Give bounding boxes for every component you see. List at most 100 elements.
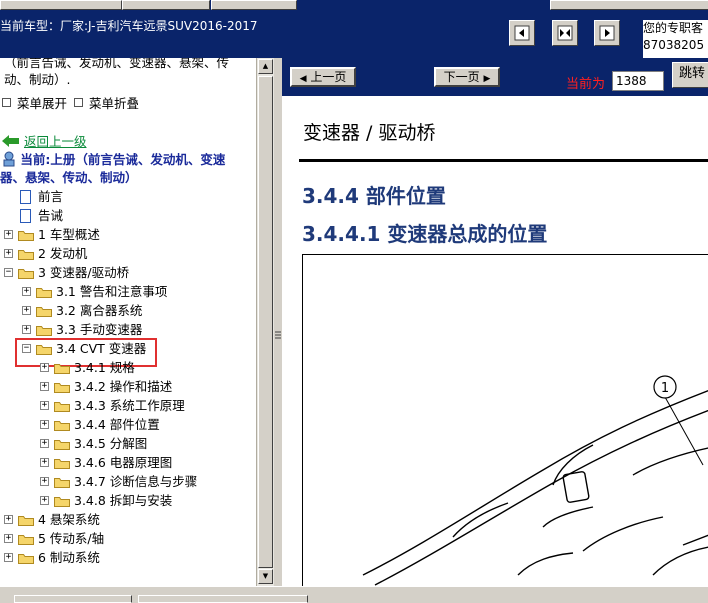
- expand-toggle-icon[interactable]: +: [40, 420, 49, 429]
- jump-button[interactable]: 跳转: [672, 62, 708, 88]
- folder-icon: [18, 231, 34, 241]
- expand-toggle-icon[interactable]: +: [40, 382, 49, 391]
- book-user-icon: [3, 151, 15, 167]
- collapse-square-icon: [74, 98, 83, 107]
- scroll-thumb[interactable]: [258, 76, 273, 568]
- prev-page-label: 上一页: [310, 70, 347, 84]
- tree-item-label: 3.1 警告和注意事项: [56, 284, 168, 299]
- tree-item-label: 3.4.2 操作和描述: [74, 379, 173, 394]
- section-heading: 3.4.4 部件位置: [302, 184, 446, 208]
- folder-icon: [18, 516, 34, 526]
- folder-icon: [54, 402, 70, 412]
- top-menu-button-3[interactable]: [211, 0, 297, 10]
- folder-icon: [18, 250, 34, 260]
- catalog-tree-panel: （前言告诫、发动机、变速器、悬架、传 动、制动）. 菜单展开 菜单折叠 返回上一…: [0, 58, 274, 586]
- expand-toggle-icon[interactable]: +: [40, 401, 49, 410]
- folder-icon: [54, 364, 70, 374]
- last-page-icon: [599, 25, 615, 41]
- tree-item-label: 告诫: [38, 208, 64, 223]
- first-page-button[interactable]: [509, 20, 535, 46]
- last-page-button[interactable]: [594, 20, 620, 46]
- expand-toggle-icon[interactable]: +: [4, 249, 13, 258]
- callout-number: 1: [661, 381, 669, 396]
- expand-toggle-icon[interactable]: +: [40, 439, 49, 448]
- service-phone: 87038205: [643, 38, 705, 52]
- expand-toggle-icon[interactable]: +: [4, 534, 13, 543]
- collapse-toggle-icon[interactable]: −: [4, 268, 13, 277]
- folder-icon: [54, 421, 70, 431]
- expand-menu-label: 菜单展开: [17, 96, 68, 111]
- scroll-up-button[interactable]: ▲: [258, 59, 273, 74]
- expand-menu-button[interactable]: 菜单展开: [2, 95, 67, 113]
- folder-open-icon: [18, 269, 34, 279]
- scroll-down-button[interactable]: ▼: [258, 569, 273, 584]
- document-title: 变速器 / 驱动桥: [303, 122, 436, 144]
- expand-toggle-icon[interactable]: +: [22, 287, 31, 296]
- tree-item-label: 3.4.8 拆卸与安装: [74, 493, 173, 508]
- folder-icon: [36, 326, 52, 336]
- document-icon: [20, 209, 31, 223]
- tree-item-label: 1 车型概述: [38, 227, 100, 242]
- tree-item-label: 3.4.6 电器原理图: [74, 455, 173, 470]
- tree-item-label: 3.4.7 诊断信息与步骤: [74, 474, 198, 489]
- panel-title-line-2: 动、制动）.: [4, 72, 71, 87]
- tree-item-label: 4 悬架系统: [38, 512, 100, 527]
- folder-icon: [36, 288, 52, 298]
- back-link[interactable]: 返回上一级: [2, 133, 87, 151]
- grip-icon: [275, 331, 281, 339]
- next-page-label: 下一页: [443, 70, 480, 84]
- panel-title-line-1: （前言告诫、发动机、变速器、悬架、传: [4, 58, 230, 70]
- service-info-box: 您的专职客 87038205: [643, 20, 708, 58]
- back-arrow-icon: [2, 135, 19, 147]
- current-book-heading: 当前:上册（前言告诫、发动机、变速: [2, 151, 225, 169]
- next-arrow-icon: ▶: [483, 74, 491, 84]
- bottom-button-2[interactable]: [138, 595, 308, 603]
- bottom-button-1[interactable]: [14, 595, 132, 603]
- tree-item-label: 3.4.1 规格: [74, 360, 135, 375]
- component-location-figure: 1: [302, 254, 708, 586]
- fit-page-button[interactable]: [552, 20, 578, 46]
- current-vehicle-label: 当前车型：厂家:J-吉利汽车远景SUV2016-2017: [0, 19, 258, 33]
- expand-toggle-icon[interactable]: +: [22, 325, 31, 334]
- tree-item-label: 3.2 离合器系统: [56, 303, 143, 318]
- current-book-line-1: 当前:上册（前言告诫、发动机、变速: [20, 152, 226, 167]
- expand-toggle-icon[interactable]: +: [4, 553, 13, 562]
- expand-toggle-icon[interactable]: +: [4, 515, 13, 524]
- expand-toggle-icon[interactable]: +: [40, 458, 49, 467]
- folder-icon: [54, 440, 70, 450]
- tree-item-label: 3.4.4 部件位置: [74, 417, 160, 432]
- fit-page-icon: [557, 25, 573, 41]
- prev-arrow-icon: ◀: [299, 74, 307, 84]
- folder-icon: [36, 307, 52, 317]
- tree-item-label: 2 发动机: [38, 246, 88, 261]
- folder-icon: [54, 478, 70, 488]
- first-page-icon: [514, 25, 530, 41]
- tree-item-label: 3.4.3 系统工作原理: [74, 398, 185, 413]
- document-icon: [20, 190, 31, 204]
- expand-toggle-icon[interactable]: +: [4, 230, 13, 239]
- back-link-label: 返回上一级: [23, 134, 87, 149]
- top-menu-button-4[interactable]: [550, 0, 708, 10]
- tree-item-label: 5 传动系/轴: [38, 531, 105, 546]
- bottom-bar: [0, 586, 708, 603]
- expand-toggle-icon[interactable]: +: [22, 306, 31, 315]
- top-bar: 当前车型：厂家:J-吉利汽车远景SUV2016-2017 您的专职客 87038…: [0, 0, 708, 58]
- panel-splitter[interactable]: [274, 58, 282, 586]
- folder-icon: [18, 554, 34, 564]
- next-page-button[interactable]: 下一页 ▶: [434, 67, 500, 87]
- prev-page-button[interactable]: ◀ 上一页: [290, 67, 356, 87]
- expand-toggle-icon[interactable]: +: [40, 496, 49, 505]
- pager-bar: ◀ 上一页 下一页 ▶ 当前为 跳转: [282, 58, 708, 96]
- collapse-menu-label: 菜单折叠: [89, 96, 140, 111]
- top-menu-button-1[interactable]: [0, 0, 122, 10]
- document-viewer: ◀ 上一页 下一页 ▶ 当前为 跳转 变速器 / 驱动桥 3.4.4 部件位置 …: [282, 58, 708, 586]
- expand-toggle-icon[interactable]: +: [40, 477, 49, 486]
- page-number-input[interactable]: [612, 71, 664, 91]
- collapse-menu-button[interactable]: 菜单折叠: [74, 95, 139, 113]
- current-page-label: 当前为: [566, 77, 606, 92]
- tree-scrollbar[interactable]: ▲ ▼: [256, 58, 274, 586]
- expand-toggle-icon[interactable]: +: [40, 363, 49, 372]
- tree-item-label: 3.4.5 分解图: [74, 436, 148, 451]
- top-menu-button-2[interactable]: [122, 0, 210, 10]
- folder-icon: [54, 497, 70, 507]
